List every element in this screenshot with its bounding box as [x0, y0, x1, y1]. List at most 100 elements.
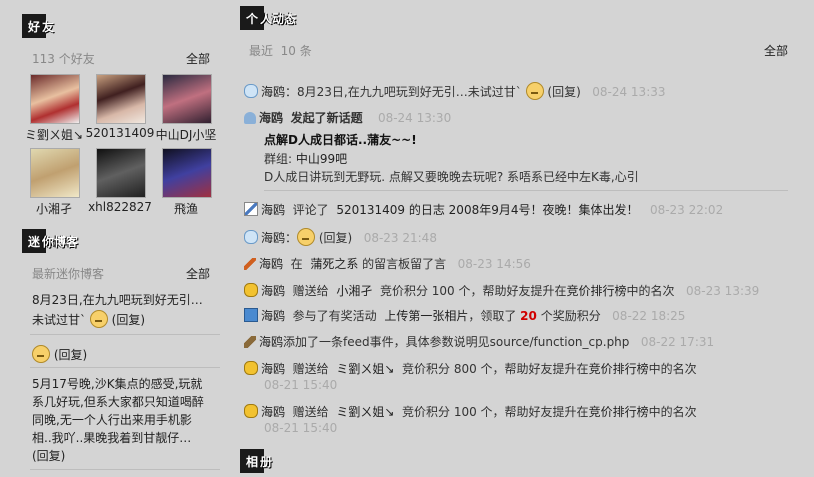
divider — [30, 469, 220, 470]
tool-icon — [244, 336, 256, 348]
miniblog-entry-2-reply[interactable]: (回复) — [54, 348, 87, 362]
feed-reply-link[interactable]: (回复) — [547, 85, 580, 99]
topic-group: 群组: 中山99吧 — [264, 152, 348, 166]
coins-icon — [244, 361, 258, 375]
feed-user[interactable]: 海鸥 — [259, 111, 283, 125]
miniblog-latest-label: 最新迷你博客 — [32, 267, 105, 281]
feed-target2-link[interactable]: 2008年9月4号！夜晚！集体出发！ — [449, 203, 639, 217]
feed-user[interactable]: 海鸥 — [259, 257, 283, 271]
edit-icon — [244, 202, 258, 216]
ranking-link[interactable]: 竞价排行榜 — [589, 405, 649, 419]
feed-reply-link[interactable]: (回复) — [319, 231, 352, 245]
feed-item: 海鸥 在 蒲死之系 的留言板留了言 08-23 14:56 — [244, 255, 531, 272]
miniblog-entry-1-line2: 未试过甘` (回复) — [32, 310, 145, 328]
coins-icon — [244, 404, 258, 418]
feed-item: 海鸥 发起了新话题 08-24 13:30 — [244, 109, 451, 126]
topic-group-link[interactable]: 中山99吧 — [296, 152, 347, 166]
pencil-icon — [244, 258, 256, 270]
miniblog-header-title: 你博客 — [42, 234, 79, 249]
miniblog-header: 迷 你博客 — [22, 229, 78, 253]
feed-all-link[interactable]: 全部 — [764, 42, 788, 59]
feed-user[interactable]: 海鸥 — [259, 335, 283, 349]
feed-item: 海鸥 赠送给 ミ劉ㄨ姐↘ 竞价积分 100 个，帮助好友提升在竞价排行榜中的名次 — [244, 403, 697, 420]
feed-action: 发起了新话题 — [290, 111, 363, 125]
feed-time: 08-24 13:30 — [377, 111, 452, 125]
friends-count: 113 个好友 — [32, 52, 95, 66]
album-header: 相 册 — [240, 449, 272, 473]
feed-time: 08-24 13:33 — [592, 85, 666, 99]
feed-user[interactable]: 海鸥 — [261, 231, 285, 245]
feed-time: 08-23 22:02 — [649, 203, 724, 217]
friend-avatar-3[interactable] — [162, 74, 212, 124]
feed-item: 海鸥： (回复) 08-23 21:48 — [244, 228, 437, 246]
divider — [264, 190, 788, 191]
friend-avatar-6[interactable] — [162, 148, 212, 198]
ranking-link[interactable]: 竞价排行榜 — [589, 362, 649, 376]
feed-user[interactable]: 海鸥 — [261, 362, 285, 376]
feed-target-link[interactable]: 小湘孑 — [336, 284, 372, 298]
miniblog-entry-3-reply[interactable]: (回复) — [32, 447, 65, 464]
laugh-icon — [32, 345, 50, 363]
friends-all-link[interactable]: 全部 — [186, 50, 210, 67]
feed-user[interactable]: 海鸥 — [261, 203, 285, 217]
feed-user[interactable]: 海鸥 — [261, 284, 285, 298]
miniblog-entry-3-line1: 5月17号晚,沙K集点的感受,玩就 — [32, 377, 203, 391]
friend-name-3[interactable]: 中山DJ小坚 — [151, 126, 221, 143]
smiley-icon — [89, 310, 108, 328]
feed-item-time: 08-21 15:40 — [264, 378, 338, 392]
friends-header: 好 友 — [22, 14, 54, 38]
miniblog-entry-3-line3: 同晚,无一个人行出来用手机影 — [32, 413, 192, 427]
feed-user[interactable]: 海鸥 — [261, 309, 285, 323]
friend-avatar-1[interactable] — [30, 74, 80, 124]
friend-name-5[interactable]: xhl822827 — [85, 200, 155, 214]
feed-item: 海鸥 赠送给 小湘孑 竞价积分 100 个，帮助好友提升在竞价排行榜中的名次 0… — [244, 282, 759, 299]
miniblog-all-link[interactable]: 全部 — [186, 265, 210, 282]
feed-time: 08-23 14:56 — [457, 257, 531, 271]
miniblog-entry-2: (回复) — [32, 345, 87, 363]
miniblog-entry-1-reply[interactable]: (回复) — [112, 313, 145, 327]
feed-target-link[interactable]: ミ劉ㄨ姐↘ — [336, 362, 394, 376]
feed-user[interactable]: 海鸥 — [261, 405, 285, 419]
coins-icon — [244, 283, 258, 297]
feed-time: 08-23 13:39 — [686, 284, 760, 298]
friend-name-4[interactable]: 小湘孑 — [19, 200, 89, 217]
friend-avatar-5[interactable] — [96, 148, 146, 198]
feed-user[interactable]: 海鸥 — [261, 85, 285, 99]
miniblog-entry-3-line4: 相..我吖..果晚我着到甘靓仔… — [32, 431, 192, 445]
friend-name-1[interactable]: ミ劉ㄨ姐↘ — [19, 126, 89, 143]
ranking-link[interactable]: 竞价排行榜 — [567, 284, 627, 298]
user-icon — [244, 112, 256, 124]
friends-header-title: 友 — [42, 19, 55, 34]
feed-time: 08-22 18:25 — [612, 309, 686, 323]
feed-header: 个 人动态 — [240, 6, 296, 30]
feed-item-time: 08-21 15:40 — [264, 421, 338, 435]
feed-item: 海鸥添加了一条feed事件，具体参数说明见source/function_cp.… — [244, 333, 714, 350]
divider — [30, 334, 220, 335]
miniblog-entry-1-line1: 8月23日,在九九吧玩到好无引… — [32, 293, 203, 307]
feed-header-title: 人动态 — [260, 11, 297, 26]
gift-icon — [244, 308, 258, 322]
reward-number: 20 — [520, 309, 537, 323]
miniblog-entry-3-line2: 系几好玩,但系大家都只知道喝醉 — [32, 395, 204, 409]
laugh-icon — [297, 228, 316, 246]
friend-avatar-4[interactable] — [30, 148, 80, 198]
feed-text: ：8月23日,在九九吧玩到好无引…未试过甘` — [285, 85, 522, 99]
feed-target-link[interactable]: ミ劉ㄨ姐↘ — [336, 405, 394, 419]
feed-target-link[interactable]: 蒲死之系 — [310, 257, 358, 271]
friend-name-6[interactable]: 飛渔 — [151, 200, 221, 217]
friend-name-2[interactable]: 520131409 — [85, 126, 155, 140]
topic-title[interactable]: 点解D人成日都话..蒲友~~! — [264, 131, 417, 148]
chat-icon — [244, 230, 258, 244]
feed-item: 海鸥 评论了 520131409 的日志 2008年9月4号！夜晚！集体出发！ … — [244, 201, 723, 218]
chat-icon — [244, 84, 258, 98]
feed-item: 海鸥 参与了有奖活动 上传第一张相片，领取了 20 个奖励积分 08-22 18… — [244, 307, 685, 324]
divider — [30, 367, 220, 368]
album-header-title: 册 — [260, 454, 273, 469]
feed-time: 08-23 21:48 — [363, 231, 437, 245]
smiley-icon — [525, 82, 544, 100]
feed-target-link[interactable]: 520131409 的日志 — [336, 203, 445, 217]
friend-avatar-2[interactable] — [96, 74, 146, 124]
feed-target-link[interactable]: 上传第一张相片 — [384, 309, 468, 323]
feed-item: 海鸥：8月23日,在九九吧玩到好无引…未试过甘` (回复) 08-24 13:3… — [244, 82, 666, 100]
feed-item: 海鸥 赠送给 ミ劉ㄨ姐↘ 竞价积分 800 个，帮助好友提升在竞价排行榜中的名次 — [244, 360, 697, 377]
